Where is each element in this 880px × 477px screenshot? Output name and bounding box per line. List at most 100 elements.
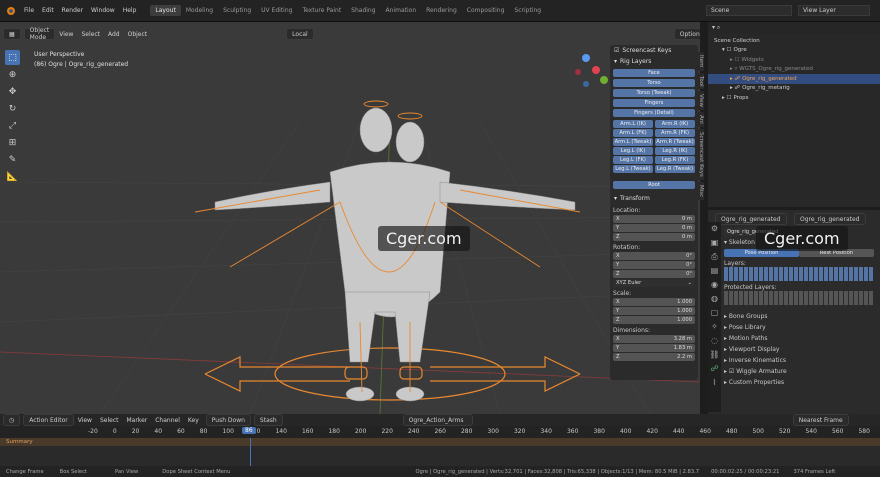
scene-field[interactable]: Scene	[706, 5, 792, 16]
scale-z-field[interactable]: Z 1.000	[613, 316, 695, 324]
constraints-tab-icon[interactable]: ⛓	[708, 348, 721, 362]
tab-ani[interactable]: Ani	[698, 112, 704, 128]
current-frame-indicator[interactable]: 86	[242, 427, 256, 434]
tab-rendering[interactable]: Rendering	[421, 5, 462, 16]
stash-button[interactable]: Stash	[253, 414, 283, 426]
layer-arm-l-ik-button[interactable]: Arm.L (IK)	[613, 120, 653, 128]
object-name-field[interactable]: Ogre_rig_generated	[715, 213, 787, 225]
tab-animation[interactable]: Animation	[381, 5, 422, 16]
transform-tool-icon[interactable]: ⊞	[5, 135, 20, 150]
pose-library-panel[interactable]: ▸ Pose Library	[724, 322, 880, 333]
layer-arm-l-fk-button[interactable]: Arm.L (FK)	[613, 129, 653, 137]
inverse-kinematics-panel[interactable]: ▸ Inverse Kinematics	[724, 355, 880, 366]
transform-orientation-dropdown[interactable]: Local	[286, 28, 314, 40]
layer-leg-l-fk-button[interactable]: Leg.L (FK)	[613, 156, 653, 164]
layer-leg-l-tweak-button[interactable]: Leg.L (Tweak)	[613, 165, 653, 173]
tab-sculpting[interactable]: Sculpting	[218, 5, 256, 16]
tab-scripting[interactable]: Scripting	[509, 5, 546, 16]
dimensions-x-field[interactable]: X 3.28 m	[613, 335, 695, 343]
transform-header[interactable]: ▾ Transform	[610, 193, 698, 204]
layer-arm-r-fk-button[interactable]: Arm.R (FK)	[655, 129, 695, 137]
object-tab-icon[interactable]: ▢	[708, 306, 721, 320]
editor-type-button[interactable]: ▦	[3, 28, 21, 40]
dope-sheet-editor[interactable]: ◷ Action Editor View Select Marker Chann…	[0, 414, 880, 466]
annotate-tool-icon[interactable]: ✎	[5, 152, 20, 167]
output-tab-icon[interactable]: ⎙	[708, 250, 721, 264]
tab-screencast-keys[interactable]: Screencast Keys	[698, 129, 704, 180]
scale-y-field[interactable]: Y 1.000	[613, 307, 695, 315]
action-name-field[interactable]: Ogre_Action_Arms	[402, 414, 473, 426]
viewport-display-panel[interactable]: ▸ Viewport Display	[724, 344, 880, 355]
tab-item[interactable]: Item	[698, 52, 704, 71]
summary-channel[interactable]: Summary	[0, 438, 880, 446]
measure-tool-icon[interactable]: 📐	[5, 169, 20, 184]
dope-sheet-editor-type[interactable]: ◷	[3, 414, 21, 426]
screencast-keys-header[interactable]: ☑ Screencast Keys	[610, 45, 698, 56]
protected-layers-grid[interactable]	[724, 291, 874, 305]
outliner-filter-icon[interactable]: ▾ ⌕	[712, 24, 720, 32]
menu-help[interactable]: Help	[119, 7, 141, 14]
menu-view[interactable]: View	[55, 31, 77, 38]
layer-face-button[interactable]: Face	[613, 69, 695, 77]
outliner-row-scene-collection[interactable]: Scene Collection	[708, 36, 880, 46]
outliner-row-wgts[interactable]: ▸ ▿ WGTS_Ogre_rig_generated	[708, 65, 880, 75]
scale-x-field[interactable]: X 1.000	[613, 298, 695, 306]
push-down-button[interactable]: Push Down	[205, 414, 251, 426]
rotation-z-field[interactable]: Z 0°	[613, 270, 695, 278]
layer-leg-l-ik-button[interactable]: Leg.L (IK)	[613, 147, 653, 155]
snapping-dropdown[interactable]: Nearest Frame	[792, 414, 849, 426]
options-button[interactable]: Options	[673, 28, 700, 40]
location-z-field[interactable]: Z0 m	[613, 233, 695, 241]
menu-file[interactable]: File	[20, 7, 38, 14]
layer-arm-r-tweak-button[interactable]: Arm.R (Tweak)	[655, 138, 695, 146]
render-tab-icon[interactable]: ▣	[708, 236, 721, 250]
location-x-field[interactable]: X0 m	[613, 215, 695, 223]
physics-tab-icon[interactable]: ◌	[708, 334, 721, 348]
menu-select[interactable]: Select	[77, 31, 104, 38]
rotate-tool-icon[interactable]: ↻	[5, 101, 20, 116]
world-tab-icon[interactable]: ◍	[708, 292, 721, 306]
rotation-mode-dropdown[interactable]: XYZ Euler ⌄	[613, 279, 695, 287]
custom-properties-panel[interactable]: ▸ Custom Properties	[724, 377, 880, 388]
menu-add[interactable]: Add	[104, 31, 124, 38]
dimensions-z-field[interactable]: Z 2.2 m	[613, 353, 695, 361]
layer-fingers-detail-button[interactable]: Fingers (Detail)	[613, 109, 695, 117]
bone-layers-grid[interactable]	[724, 267, 874, 281]
tab-misc[interactable]: Misc	[698, 181, 704, 201]
ds-menu-select[interactable]: Select	[96, 417, 123, 424]
data-name-field[interactable]: Ogre_rig_generated	[794, 213, 866, 225]
scene-tab-icon[interactable]: ◉	[708, 278, 721, 292]
motion-paths-panel[interactable]: ▸ Motion Paths	[724, 333, 880, 344]
tab-texture-paint[interactable]: Texture Paint	[297, 5, 346, 16]
rig-layers-header[interactable]: ▾ Rig Layers	[610, 56, 698, 67]
tab-modeling[interactable]: Modeling	[181, 5, 218, 16]
layer-arm-r-ik-button[interactable]: Arm.R (IK)	[655, 120, 695, 128]
mode-dropdown[interactable]: Object Mode	[23, 27, 56, 41]
bone-tab-icon[interactable]: ⌇	[708, 376, 721, 390]
outliner-row-ogre-rig-generated[interactable]: ▸ ☍ Ogre_rig_generated	[708, 74, 880, 84]
layer-torso-tweak-button[interactable]: Torso (Tweak)	[613, 89, 695, 97]
location-y-field[interactable]: Y0 m	[613, 224, 695, 232]
wiggle-armature-panel[interactable]: ▸ ☑ Wiggle Armature	[724, 366, 880, 377]
scale-tool-icon[interactable]: ⤢	[5, 118, 20, 133]
outliner-row-ogre-rig-metarig[interactable]: ▸ ☍ Ogre_rig_metarig	[708, 84, 880, 94]
layer-leg-r-ik-button[interactable]: Leg.R (IK)	[655, 147, 695, 155]
tab-uv-editing[interactable]: UV Editing	[256, 5, 297, 16]
view-layer-field[interactable]: View Layer	[798, 5, 870, 16]
move-tool-icon[interactable]: ✥	[5, 84, 20, 99]
menu-object[interactable]: Object	[124, 31, 152, 38]
ds-menu-key[interactable]: Key	[184, 417, 203, 424]
layer-leg-r-tweak-button[interactable]: Leg.R (Tweak)	[655, 165, 695, 173]
ds-menu-marker[interactable]: Marker	[122, 417, 151, 424]
layer-root-button[interactable]: Root	[613, 181, 695, 189]
tab-compositing[interactable]: Compositing	[462, 5, 510, 16]
frame-ruler[interactable]: -200204060801001201401601802002202402602…	[0, 426, 880, 438]
tab-layout[interactable]: Layout	[150, 5, 181, 16]
modifier-tab-icon[interactable]: ✧	[708, 320, 721, 334]
outliner-row-props[interactable]: ▸ ☐ Props	[708, 93, 880, 103]
ds-menu-channel[interactable]: Channel	[151, 417, 184, 424]
tab-view[interactable]: View	[698, 91, 704, 111]
layer-arm-l-tweak-button[interactable]: Arm.L (Tweak)	[613, 138, 653, 146]
outliner-row-widgets[interactable]: ▸ ☐ Widgets	[708, 55, 880, 65]
dimensions-y-field[interactable]: Y 1.83 m	[613, 344, 695, 352]
